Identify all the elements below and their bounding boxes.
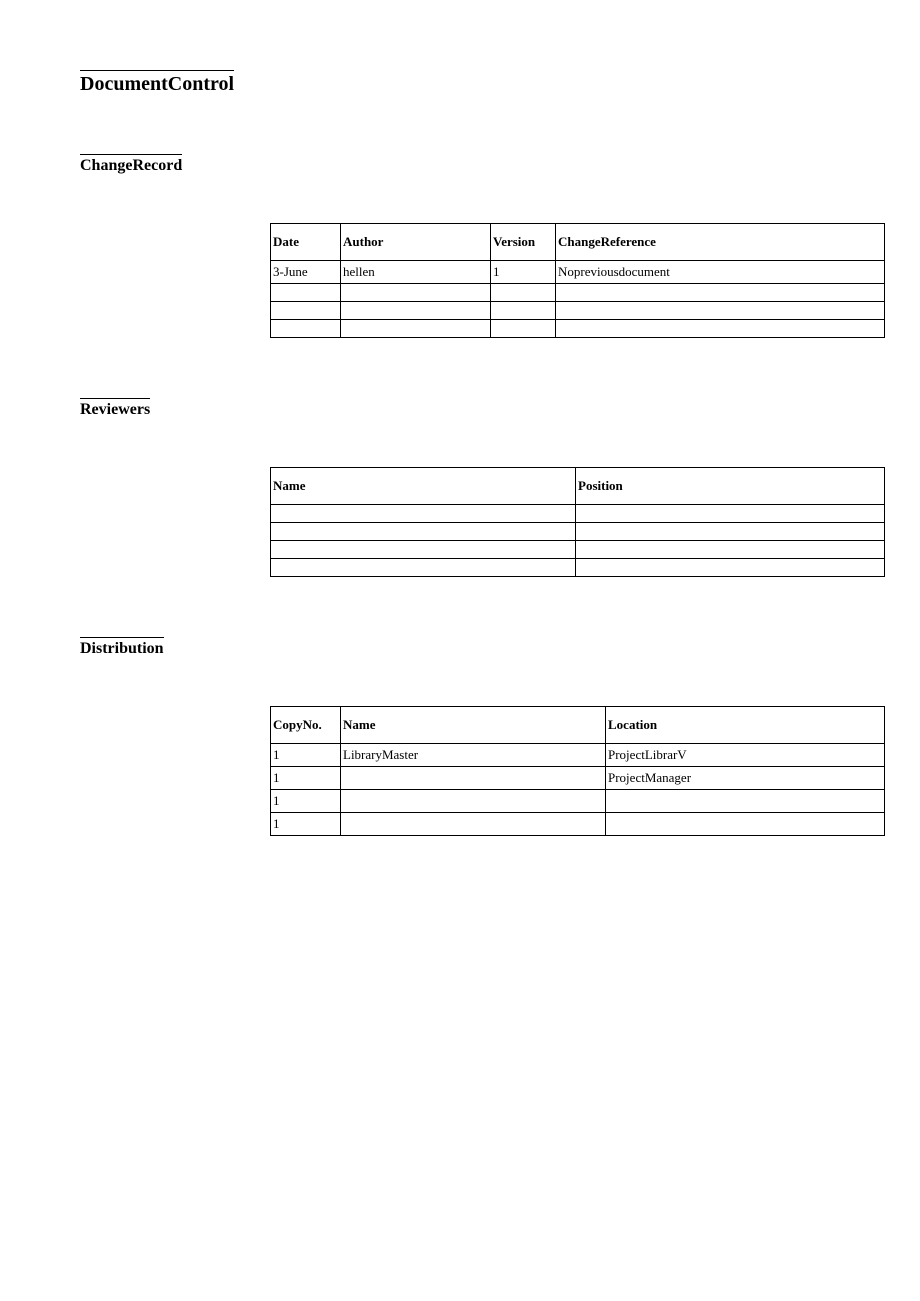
cell-name bbox=[341, 813, 606, 836]
change-record-heading: ChangeRecord bbox=[80, 154, 182, 175]
cell-name bbox=[271, 541, 576, 559]
table-row bbox=[271, 559, 885, 577]
page-title: DocumentControl bbox=[80, 70, 234, 96]
cell-location bbox=[606, 790, 885, 813]
table-row bbox=[271, 523, 885, 541]
table-row bbox=[271, 541, 885, 559]
col-location: Location bbox=[606, 707, 885, 744]
change-record-section: ChangeRecord Date Author Version ChangeR… bbox=[80, 154, 880, 338]
reviewers-table: Name Position bbox=[270, 467, 885, 577]
cell-version bbox=[491, 320, 556, 338]
change-record-table-wrap: Date Author Version ChangeReference 3-Ju… bbox=[270, 223, 880, 338]
cell-author: hellen bbox=[341, 261, 491, 284]
cell-author bbox=[341, 284, 491, 302]
cell-position bbox=[576, 541, 885, 559]
cell-position bbox=[576, 523, 885, 541]
cell-change-reference bbox=[556, 284, 885, 302]
col-name: Name bbox=[271, 468, 576, 505]
cell-author bbox=[341, 320, 491, 338]
cell-change-reference bbox=[556, 302, 885, 320]
cell-version: 1 bbox=[491, 261, 556, 284]
cell-name bbox=[341, 767, 606, 790]
table-row bbox=[271, 302, 885, 320]
cell-name bbox=[271, 559, 576, 577]
cell-name: LibraryMaster bbox=[341, 744, 606, 767]
col-date: Date bbox=[271, 224, 341, 261]
cell-location bbox=[606, 813, 885, 836]
table-row bbox=[271, 284, 885, 302]
cell-name bbox=[271, 523, 576, 541]
cell-name bbox=[271, 505, 576, 523]
table-row: 1 bbox=[271, 813, 885, 836]
col-author: Author bbox=[341, 224, 491, 261]
col-change-reference: ChangeReference bbox=[556, 224, 885, 261]
distribution-table: CopyNo. Name Location 1 LibraryMaster Pr… bbox=[270, 706, 885, 836]
table-row bbox=[271, 505, 885, 523]
col-copy-no: CopyNo. bbox=[271, 707, 341, 744]
col-position: Position bbox=[576, 468, 885, 505]
cell-date bbox=[271, 284, 341, 302]
col-version: Version bbox=[491, 224, 556, 261]
table-row: 3-June hellen 1 Nopreviousdocument bbox=[271, 261, 885, 284]
cell-date bbox=[271, 302, 341, 320]
table-row: 1 LibraryMaster ProjectLibrarV bbox=[271, 744, 885, 767]
table-header-row: Date Author Version ChangeReference bbox=[271, 224, 885, 261]
cell-version bbox=[491, 284, 556, 302]
table-row: 1 bbox=[271, 790, 885, 813]
col-name: Name bbox=[341, 707, 606, 744]
cell-location: ProjectLibrarV bbox=[606, 744, 885, 767]
cell-position bbox=[576, 559, 885, 577]
change-record-table: Date Author Version ChangeReference 3-Ju… bbox=[270, 223, 885, 338]
document-control-section: DocumentControl bbox=[80, 70, 880, 104]
distribution-heading: Distribution bbox=[80, 637, 164, 658]
table-header-row: Name Position bbox=[271, 468, 885, 505]
cell-date bbox=[271, 320, 341, 338]
cell-copy-no: 1 bbox=[271, 744, 341, 767]
cell-author bbox=[341, 302, 491, 320]
table-header-row: CopyNo. Name Location bbox=[271, 707, 885, 744]
reviewers-section: Reviewers Name Position bbox=[80, 398, 880, 577]
table-row bbox=[271, 320, 885, 338]
cell-copy-no: 1 bbox=[271, 813, 341, 836]
cell-date: 3-June bbox=[271, 261, 341, 284]
cell-change-reference bbox=[556, 320, 885, 338]
cell-copy-no: 1 bbox=[271, 767, 341, 790]
table-row: 1 ProjectManager bbox=[271, 767, 885, 790]
cell-location: ProjectManager bbox=[606, 767, 885, 790]
distribution-section: Distribution CopyNo. Name Location 1 Lib… bbox=[80, 637, 880, 836]
cell-change-reference: Nopreviousdocument bbox=[556, 261, 885, 284]
cell-position bbox=[576, 505, 885, 523]
cell-name bbox=[341, 790, 606, 813]
cell-copy-no: 1 bbox=[271, 790, 341, 813]
reviewers-table-wrap: Name Position bbox=[270, 467, 880, 577]
reviewers-heading: Reviewers bbox=[80, 398, 150, 419]
distribution-table-wrap: CopyNo. Name Location 1 LibraryMaster Pr… bbox=[270, 706, 880, 836]
cell-version bbox=[491, 302, 556, 320]
